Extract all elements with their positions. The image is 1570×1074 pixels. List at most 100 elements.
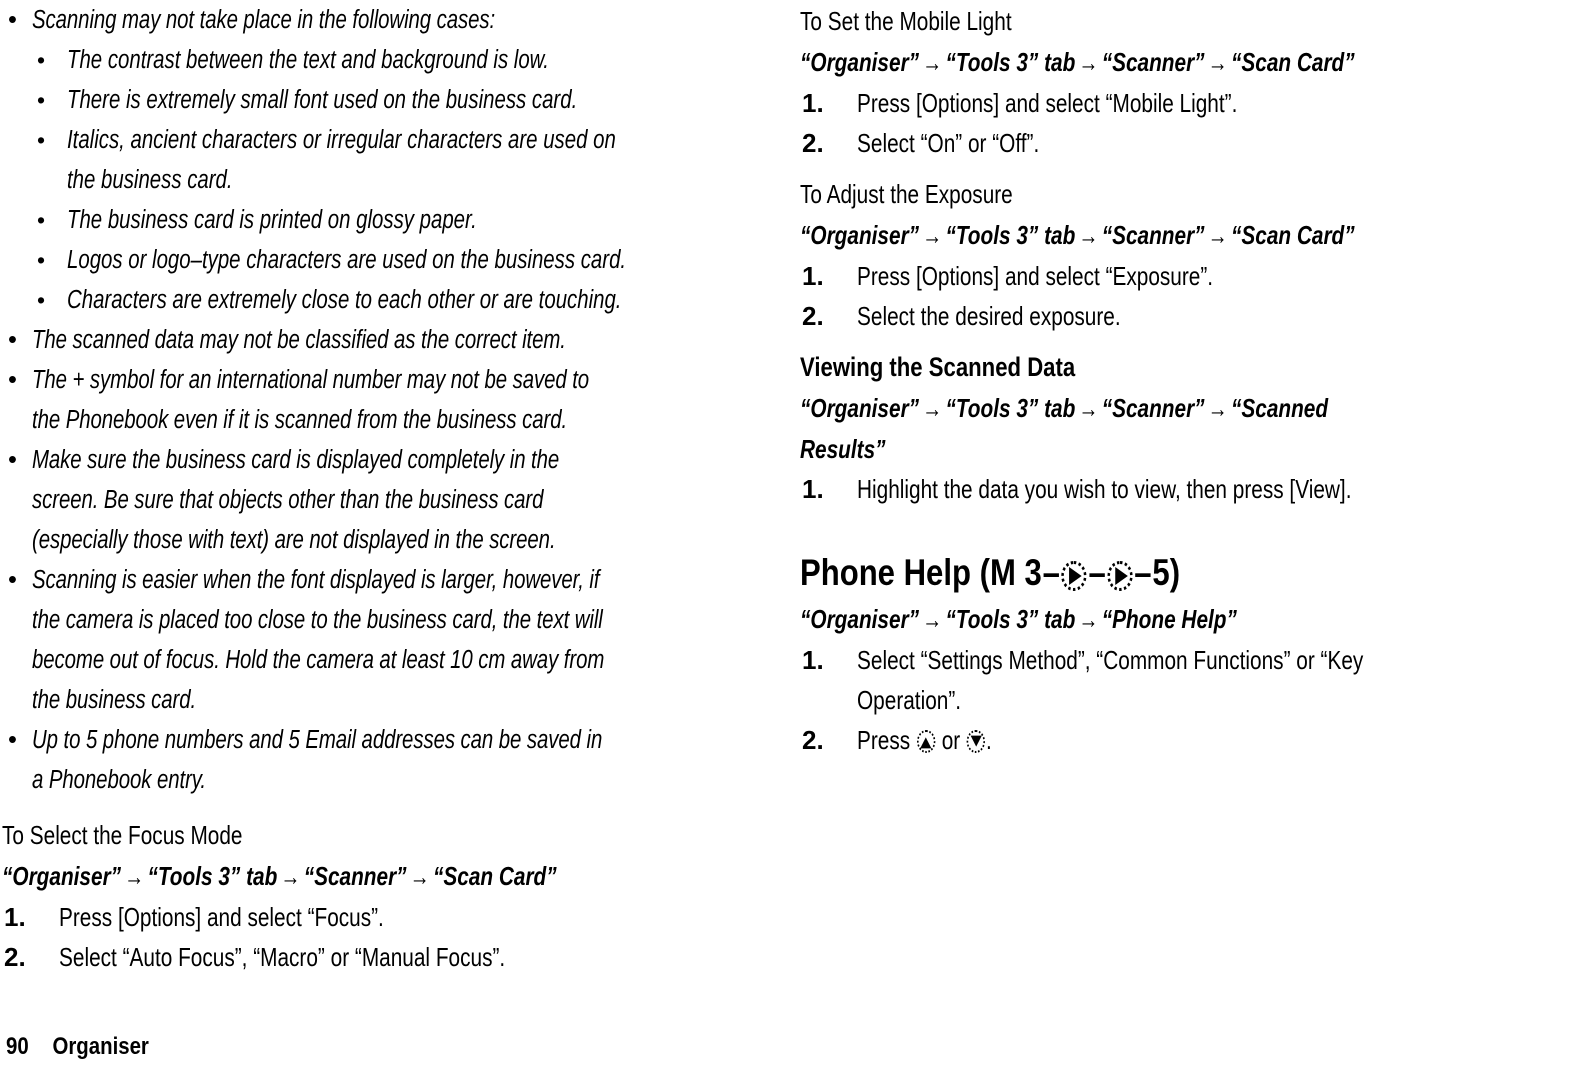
- exposure-subheading-text: To Adjust the Exposure: [800, 179, 1013, 209]
- nav-path-step: “Organiser”: [800, 393, 920, 423]
- mobile-light-subheading: To Set the Mobile Light: [800, 0, 1570, 42]
- arrow-icon: →: [1207, 395, 1228, 423]
- nav-path-step: “Tools 3” tab: [945, 604, 1076, 634]
- step-number: 2.: [802, 725, 824, 755]
- step-item: 1. Press [Options] and select “Exposure”…: [800, 256, 1570, 296]
- page-footer: 90 Organiser: [6, 1032, 174, 1062]
- right-column: To Set the Mobile Light “Organiser” → “Too…: [790, 0, 1570, 760]
- nav-path-step: “Scanned: [1230, 393, 1329, 423]
- note-text: Scanning may not take place in the follo…: [32, 6, 496, 34]
- bullet-icon: •: [37, 287, 46, 313]
- nav-right-key-icon: [1107, 560, 1133, 591]
- nav-path-step: “Organiser”: [800, 47, 920, 77]
- step-number: 1.: [4, 902, 26, 932]
- nav-path-step: “Scanner”: [1101, 47, 1205, 77]
- page-number: 90: [6, 1033, 29, 1060]
- viewing-scanned-data-heading: Viewing the Scanned Data: [800, 346, 1570, 388]
- step-text: Select the desired exposure.: [857, 301, 1121, 331]
- nav-path-step: “Scanner”: [1101, 220, 1205, 250]
- mobile-light-subheading-text: To Set the Mobile Light: [800, 6, 1012, 36]
- sub-note-item: • The contrast between the text and back…: [2, 40, 790, 80]
- nav-path-step: “Tools 3” tab: [945, 47, 1076, 77]
- sub-note-text: Characters are extremely close to each o…: [67, 286, 622, 314]
- arrow-icon: →: [922, 395, 943, 423]
- note-item: • Make sure the business card is display…: [2, 440, 790, 560]
- step-item: 2. Press or .: [800, 720, 1570, 760]
- nav-down-key-icon: [966, 730, 986, 754]
- phone-help-steps: 1. Select “Settings Method”, “Common Fun…: [800, 640, 1570, 760]
- step-text-before: Press: [857, 725, 916, 755]
- heading-dash: –: [1134, 552, 1152, 593]
- step-text: Select “On” or “Off”.: [857, 128, 1040, 158]
- viewing-nav-path: “Organiser” → “Tools 3” tab → “Scanner” → “Sca…: [800, 388, 1570, 429]
- step-number: 1.: [802, 645, 824, 675]
- exposure-steps: 1. Press [Options] and select “Exposure”…: [800, 256, 1570, 336]
- viewing-scanned-data-heading-text: Viewing the Scanned Data: [800, 352, 1076, 382]
- bullet-icon: •: [37, 87, 46, 113]
- note-item: • The + symbol for an international numb…: [2, 360, 790, 440]
- note-text: The scanned data may not be classified a…: [32, 326, 566, 354]
- bullet-icon: •: [8, 366, 17, 394]
- sub-note-item: • Italics, ancient characters or irregul…: [2, 120, 790, 200]
- bullet-icon: •: [8, 726, 17, 754]
- note-item: • Scanning is easier when the font displ…: [2, 560, 790, 720]
- exposure-subheading: To Adjust the Exposure: [800, 173, 1570, 215]
- step-item: 2. Select “On” or “Off”.: [800, 123, 1570, 163]
- notes-list-sub: • The contrast between the text and back…: [2, 40, 790, 320]
- sub-note-text: The contrast between the text and backgr…: [67, 46, 549, 74]
- phone-help-heading-prefix: Phone Help (M 3: [800, 552, 1042, 593]
- step-text-with-keys: Press or .: [857, 720, 1570, 760]
- arrow-icon: →: [1078, 395, 1099, 423]
- step-number: 1.: [802, 261, 824, 291]
- two-column-layout: • Scanning may not take place in the fol…: [0, 0, 1570, 977]
- bullet-icon: •: [8, 6, 17, 34]
- heading-dash: –: [1088, 552, 1106, 593]
- note-text: Up to 5 phone numbers and 5 Email addres…: [32, 726, 603, 794]
- viewing-nav-path-tail: Results”: [800, 429, 1570, 469]
- step-number: 1.: [802, 88, 824, 118]
- arrow-icon: →: [124, 863, 145, 891]
- arrow-icon: →: [1078, 49, 1099, 77]
- sub-note-item: • The business card is printed on glossy…: [2, 200, 790, 240]
- arrow-icon: →: [922, 222, 943, 250]
- nav-path-step: “Organiser”: [800, 604, 920, 634]
- step-text: Press [Options] and select “Exposure”.: [857, 261, 1214, 291]
- bullet-icon: •: [37, 207, 46, 233]
- bullet-icon: •: [37, 127, 46, 153]
- nav-path-step: “Tools 3” tab: [147, 861, 278, 891]
- note-text: The + symbol for an international number…: [32, 366, 590, 434]
- step-number: 2.: [802, 301, 824, 331]
- left-column: • Scanning may not take place in the fol…: [0, 0, 790, 977]
- note-text: Make sure the business card is displayed…: [32, 446, 560, 554]
- step-item: 1. Press [Options] and select “Mobile Li…: [800, 83, 1570, 123]
- sub-note-item: • Logos or logo–type characters are used…: [2, 240, 790, 280]
- arrow-icon: →: [1078, 222, 1099, 250]
- sub-note-text: Logos or logo–type characters are used o…: [67, 246, 627, 274]
- step-text: Press [Options] and select “Mobile Light…: [857, 88, 1238, 118]
- nav-right-key-icon: [1061, 560, 1087, 591]
- focus-mode-subheading-text: To Select the Focus Mode: [2, 820, 243, 850]
- bullet-icon: •: [8, 446, 17, 474]
- arrow-icon: →: [922, 606, 943, 634]
- bullet-icon: •: [37, 47, 46, 73]
- sub-note-text: The business card is printed on glossy p…: [67, 206, 477, 234]
- note-item: • Up to 5 phone numbers and 5 Email addr…: [2, 720, 790, 800]
- step-text: Press [Options] and select “Focus”.: [59, 902, 384, 932]
- nav-path-step: “Organiser”: [2, 861, 122, 891]
- viewing-steps: 1. Highlight the data you wish to view, …: [800, 469, 1570, 509]
- nav-up-key-icon: [916, 730, 936, 754]
- arrow-icon: →: [922, 49, 943, 77]
- step-text: Select “Auto Focus”, “Macro” or “Manual …: [59, 942, 506, 972]
- step-item: 1. Select “Settings Method”, “Common Fun…: [800, 640, 1570, 720]
- nav-path-step: “Phone Help”: [1101, 604, 1237, 634]
- heading-dash: –: [1042, 552, 1060, 593]
- step-number: 2.: [802, 128, 824, 158]
- note-item: • The scanned data may not be classified…: [2, 320, 790, 360]
- sub-note-item: • There is extremely small font used on …: [2, 80, 790, 120]
- step-number: 2.: [4, 942, 26, 972]
- sub-note-text: There is extremely small font used on th…: [67, 86, 578, 114]
- chapter-name: Organiser: [52, 1033, 149, 1060]
- step-item: 1. Press [Options] and select “Focus”.: [2, 897, 790, 937]
- note-text: Scanning is easier when the font display…: [32, 566, 605, 714]
- manual-page: • Scanning may not take place in the fol…: [0, 0, 1570, 1074]
